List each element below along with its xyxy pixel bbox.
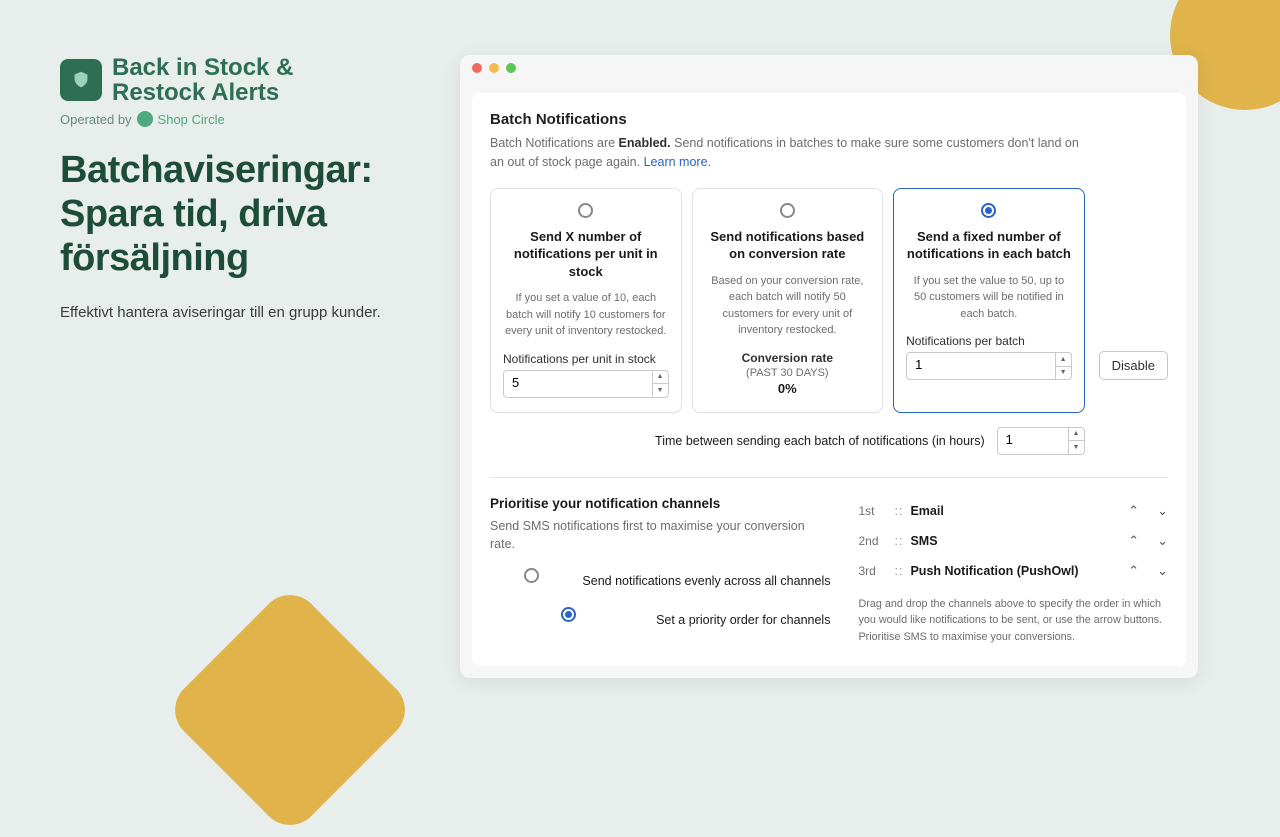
radio-icon[interactable] (578, 203, 593, 218)
conversion-value: 0% (705, 381, 871, 396)
window-minimize-icon[interactable] (489, 63, 499, 73)
app-logo: Back in Stock & Restock Alerts (60, 55, 430, 105)
channel-name: Push Notification (PushOwl) (910, 564, 1128, 578)
batch-desc: Batch Notifications are Enabled. Send no… (490, 134, 1085, 172)
card-desc: If you set a value of 10, each batch wil… (503, 290, 669, 340)
channel-order: 3rd (858, 564, 894, 578)
shop-circle-icon (137, 111, 153, 127)
drag-handle-icon[interactable]: :: (894, 564, 910, 578)
learn-more-link[interactable]: Learn more. (644, 155, 711, 169)
priority-sub: Send SMS notifications first to maximise… (490, 517, 830, 555)
window-titlebar (460, 55, 1198, 81)
radio-icon[interactable] (780, 203, 795, 218)
batch-option-card[interactable]: Send notifications based on conversion r… (692, 188, 884, 413)
drag-handle-icon[interactable]: :: (894, 534, 910, 548)
app-icon (60, 59, 102, 101)
marketing-sidebar: Back in Stock & Restock Alerts Operated … (60, 55, 430, 324)
card-number-input[interactable]: 5 ▲▼ (503, 370, 669, 398)
radio-label: Send notifications evenly across all cha… (582, 574, 830, 588)
channel-order: 2nd (858, 534, 894, 548)
time-between-input[interactable]: 1 ▲ ▼ (997, 427, 1085, 455)
stepper-down-icon[interactable]: ▼ (1056, 367, 1071, 380)
channel-row[interactable]: 2nd :: SMS ⌃ ⌄ (858, 526, 1168, 556)
stepper-up-icon[interactable]: ▲ (653, 371, 668, 385)
card-title: Send a fixed number of notifications in … (906, 228, 1072, 263)
radio-icon[interactable] (524, 568, 539, 583)
radio-icon[interactable] (981, 203, 996, 218)
channel-order: 1st (858, 504, 894, 518)
stepper-down-icon[interactable]: ▼ (1069, 441, 1084, 454)
batch-title: Batch Notifications (490, 111, 1085, 128)
chevron-down-icon[interactable]: ⌄ (1157, 503, 1168, 519)
channel-name: Email (910, 504, 1128, 518)
divider (490, 477, 1168, 478)
window-zoom-icon[interactable] (506, 63, 516, 73)
stepper-down-icon[interactable]: ▼ (653, 384, 668, 397)
card-desc: If you set the value to 50, up to 50 cus… (906, 273, 1072, 323)
chevron-up-icon[interactable]: ⌃ (1128, 563, 1139, 579)
card-title: Send notifications based on conversion r… (705, 228, 871, 263)
channel-name: SMS (910, 534, 1128, 548)
radio-label: Set a priority order for channels (656, 613, 830, 627)
chevron-up-icon[interactable]: ⌃ (1128, 533, 1139, 549)
drag-handle-icon[interactable]: :: (894, 504, 910, 518)
operated-by: Operated by Shop Circle (60, 111, 430, 127)
time-between-label: Time between sending each batch of notif… (655, 434, 985, 448)
subheadline: Effektivt hantera aviseringar till en gr… (60, 302, 430, 324)
chevron-down-icon[interactable]: ⌄ (1157, 563, 1168, 579)
radio-icon[interactable] (561, 607, 576, 622)
card-desc: Based on your conversion rate, each batc… (705, 273, 871, 339)
card-title: Send X number of notifications per unit … (503, 228, 669, 281)
priority-radio-option[interactable]: Set a priority order for channels (490, 607, 830, 632)
app-name-line1: Back in Stock & (112, 55, 293, 80)
priority-radio-option[interactable]: Send notifications evenly across all cha… (490, 568, 830, 593)
decor-diamond (163, 583, 418, 837)
card-field-label: Notifications per unit in stock (503, 352, 669, 366)
stepper-up-icon[interactable]: ▲ (1069, 428, 1084, 442)
card-field-label: Notifications per batch (906, 334, 1072, 348)
headline: Batchaviseringar: Spara tid, driva försä… (60, 149, 430, 280)
batch-option-card[interactable]: Send a fixed number of notifications in … (893, 188, 1085, 413)
channel-row[interactable]: 1st :: Email ⌃ ⌄ (858, 496, 1168, 526)
chevron-up-icon[interactable]: ⌃ (1128, 503, 1139, 519)
priority-hint: Drag and drop the channels above to spec… (858, 596, 1168, 646)
conversion-label: Conversion rate (705, 351, 871, 365)
app-name-line2: Restock Alerts (112, 80, 293, 105)
app-window: Batch Notifications Batch Notifications … (460, 55, 1198, 678)
chevron-down-icon[interactable]: ⌄ (1157, 533, 1168, 549)
card-number-input[interactable]: 1 ▲▼ (906, 352, 1072, 380)
priority-title: Prioritise your notification channels (490, 496, 830, 511)
window-close-icon[interactable] (472, 63, 482, 73)
conversion-sub: (PAST 30 DAYS) (705, 367, 871, 379)
batch-option-card[interactable]: Send X number of notifications per unit … (490, 188, 682, 413)
channel-row[interactable]: 3rd :: Push Notification (PushOwl) ⌃ ⌄ (858, 556, 1168, 586)
disable-button[interactable]: Disable (1099, 351, 1168, 380)
stepper-up-icon[interactable]: ▲ (1056, 353, 1071, 367)
